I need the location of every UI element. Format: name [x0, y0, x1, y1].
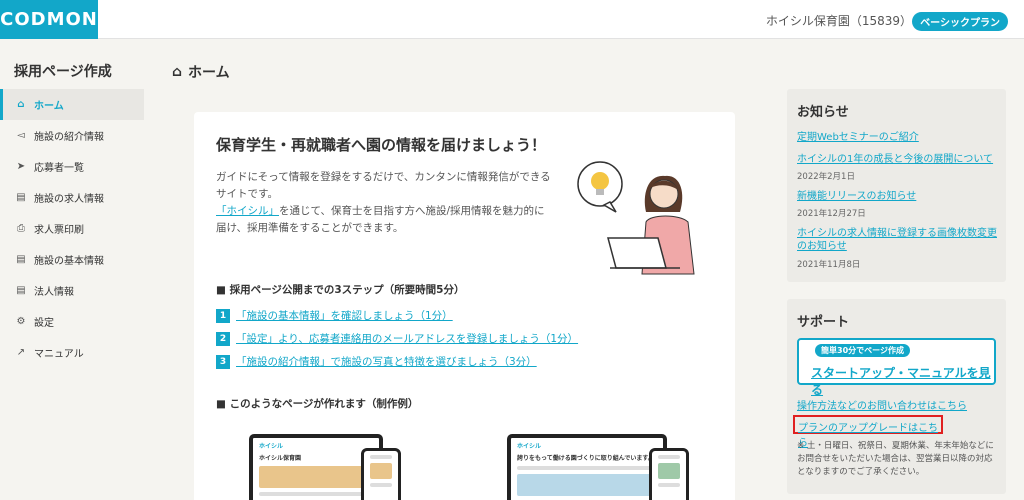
sidebar-item-label: 設定 — [34, 318, 54, 329]
sidebar-item-corporation[interactable]: ▤ 法人情報 — [0, 275, 144, 306]
intro-line-1: ガイドにそって情報を登録をするだけで、カンタンに情報発信ができるサイトです。 — [216, 171, 551, 200]
home-icon: ⌂ — [172, 64, 183, 80]
support-note: ※ 土・日曜日、祝祭日、夏期休業、年末年始などにお問合せをいただいた場合は、翌営… — [797, 441, 994, 477]
send-icon: ➤ — [16, 161, 26, 172]
mock-text-line — [658, 483, 680, 487]
sidebar: 採用ページ作成 ⌂ ホーム ◅ 施設の紹介情報 ➤ 応募者一覧 ▤ 施設の求人情… — [0, 39, 147, 500]
support-panel-title: サポート — [797, 315, 850, 330]
news-link[interactable]: 定期Webセミナーのご紹介 — [797, 131, 997, 144]
gear-icon: ⚙ — [16, 316, 26, 327]
mock-text-line — [517, 466, 657, 470]
sidebar-item-label: 施設の基本情報 — [34, 256, 104, 267]
step-item: 1 「施設の基本情報」を確認しましょう（1分） — [216, 304, 578, 327]
steps-section-title: ■ 採用ページ公開までの3ステップ（所要時間5分） — [216, 284, 465, 296]
plan-badge: ベーシックプラン — [912, 12, 1008, 31]
sidebar-menu: ⌂ ホーム ◅ 施設の紹介情報 ➤ 応募者一覧 ▤ 施設の求人情報 ⎙ 求人票印… — [0, 89, 144, 368]
examples-section-title: ■ このようなページが作れます（制作例） — [216, 398, 419, 410]
news-panel-title: お知らせ — [797, 105, 849, 120]
news-link[interactable]: 新機能リリースのお知らせ — [797, 190, 997, 203]
megaphone-icon: ◅ — [17, 130, 25, 141]
sidebar-item-label: 応募者一覧 — [34, 163, 84, 174]
support-panel: サポート 簡単30分でページ作成 スタートアップ・マニュアルを見る 操作方法など… — [787, 299, 1006, 494]
step-number: 3 — [216, 354, 230, 369]
contact-link[interactable]: 操作方法などのお問い合わせはこちら — [797, 397, 967, 412]
sidebar-item-label: 施設の紹介情報 — [34, 132, 104, 143]
laptop-screen: ホイシル 誇りをもって働ける園づくりに取り組んでいます。 — [507, 434, 667, 500]
news-link[interactable]: ホイシルの求人情報に登録する画像枚数変更のお知らせ — [797, 227, 997, 253]
organization-name: ホイシル保育園（15839） — [765, 14, 912, 28]
mock-photo — [259, 466, 373, 488]
sidebar-item-job-info[interactable]: ▤ 施設の求人情報 — [0, 182, 144, 213]
home-icon: ⌂ — [17, 99, 25, 110]
step-item: 3 「施設の紹介情報」で施設の写真と特徴を選びましょう（3分） — [216, 350, 578, 373]
news-date: 2021年12月27日 — [797, 209, 866, 219]
sidebar-item-applicants[interactable]: ➤ 応募者一覧 — [0, 151, 144, 182]
steps-list: 1 「施設の基本情報」を確認しましょう（1分） 2 「設定」より、応募者連絡用の… — [216, 304, 578, 373]
sidebar-item-settings[interactable]: ⚙ 設定 — [0, 306, 144, 337]
sidebar-item-label: 法人情報 — [34, 287, 74, 298]
sidebar-item-manual[interactable]: ↗ マニュアル — [0, 337, 144, 368]
news-date: 2022年2月1日 — [797, 172, 855, 182]
sidebar-item-label: 求人票印刷 — [34, 225, 84, 236]
step-number: 2 — [216, 331, 230, 346]
mock-brand: ホイシル — [517, 443, 542, 450]
sidebar-item-home[interactable]: ⌂ ホーム — [0, 89, 144, 120]
welcome-card: 保育学生・再就職者へ園の情報を届けましょう！ ガイドにそって情報を登録をするだけ… — [194, 112, 735, 500]
intro-text: ガイドにそって情報を登録をするだけで、カンタンに情報発信ができるサイトです。 「… — [216, 169, 554, 237]
mock-title: 誇りをもって働ける園づくりに取り組んでいます。 — [517, 455, 654, 462]
printer-icon: ⎙ — [17, 223, 25, 234]
sidebar-item-facility-intro[interactable]: ◅ 施設の紹介情報 — [0, 120, 144, 151]
person-with-laptop-illustration — [577, 161, 695, 275]
step-item: 2 「設定」より、応募者連絡用のメールアドレスを登録しましょう（1分） — [216, 327, 578, 350]
startup-tag: 簡単30分でページ作成 — [815, 344, 910, 357]
news-link[interactable]: ホイシルの1年の成長と今後の展開について — [797, 153, 997, 166]
mock-brand: ホイシル — [259, 443, 284, 450]
sidebar-item-label: ホーム — [34, 101, 64, 112]
page-title: ⌂ ホーム — [172, 62, 230, 82]
top-header: CODMON ホイシル保育園（15839） ベーシックプラン — [0, 0, 1024, 39]
card-headline: 保育学生・再就職者へ園の情報を届けましょう！ — [216, 136, 547, 154]
mock-text-line — [370, 483, 392, 487]
codmon-logo[interactable]: CODMON — [0, 0, 98, 39]
news-panel: お知らせ 定期Webセミナーのご紹介 ホイシルの1年の成長と今後の展開について … — [787, 89, 1006, 282]
document-icon: ▤ — [16, 285, 26, 296]
page-title-text: ホーム — [188, 65, 230, 81]
mock-text-line — [370, 455, 392, 459]
logo-text: CODMON — [0, 9, 98, 30]
external-link-icon: ↗ — [16, 347, 26, 358]
step-link-settings[interactable]: 「設定」より、応募者連絡用のメールアドレスを登録しましょう（1分） — [236, 331, 578, 346]
step-number: 1 — [216, 308, 230, 323]
document-icon: ▤ — [16, 192, 26, 203]
news-date: 2021年11月8日 — [797, 260, 861, 270]
sidebar-item-label: 施設の求人情報 — [34, 194, 104, 205]
document-icon: ▤ — [16, 254, 26, 265]
sidebar-title: 採用ページ作成 — [14, 64, 112, 80]
startup-manual-button[interactable]: 簡単30分でページ作成 スタートアップ・マニュアルを見る — [797, 338, 996, 397]
step-link-facility-intro[interactable]: 「施設の紹介情報」で施設の写真と特徴を選びましょう（3分） — [236, 354, 537, 369]
phone-screen — [649, 448, 689, 500]
sidebar-item-print[interactable]: ⎙ 求人票印刷 — [0, 213, 144, 244]
mock-photo — [517, 474, 657, 496]
mock-text-line — [259, 492, 373, 496]
sidebar-item-basic-info[interactable]: ▤ 施設の基本情報 — [0, 244, 144, 275]
mock-title: ホイシル保育園 — [259, 455, 302, 462]
step-link-basic-info[interactable]: 「施設の基本情報」を確認しましょう（1分） — [236, 308, 453, 323]
mock-text-line — [658, 455, 680, 459]
mock-photo — [658, 463, 680, 479]
sidebar-item-label: マニュアル — [34, 349, 84, 360]
hoishiru-link[interactable]: 「ホイシル」 — [216, 205, 279, 217]
mock-photo — [370, 463, 392, 479]
startup-manual-label: スタートアップ・マニュアルを見る — [811, 366, 991, 397]
upgrade-highlight-box: プランのアップグレードはこちら — [793, 415, 943, 449]
phone-screen — [361, 448, 401, 500]
